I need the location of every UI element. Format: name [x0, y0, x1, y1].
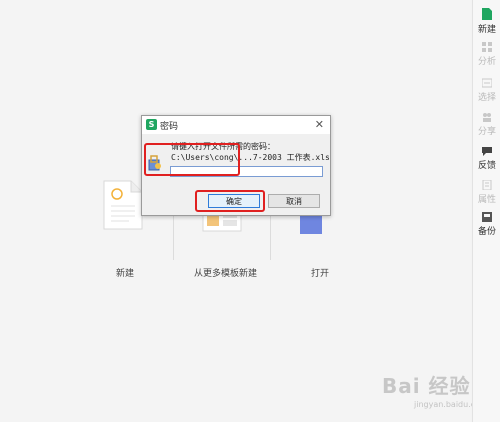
analyze-icon: [473, 42, 500, 55]
sidebar-item-select[interactable]: 选择: [473, 78, 500, 103]
sidebar-item-label: 选择: [477, 93, 496, 103]
sidebar-item-feedback[interactable]: 反馈: [473, 146, 500, 171]
sidebar-item-label: 新建: [477, 25, 496, 35]
properties-icon: [473, 179, 500, 193]
sidebar-item-new[interactable]: 新建: [473, 8, 500, 35]
backup-icon: [473, 212, 500, 225]
new-document-icon[interactable]: [103, 180, 143, 234]
sidebar-item-label: 属性: [477, 195, 496, 205]
new-label[interactable]: 新建: [116, 266, 134, 279]
sidebar-item-analyze[interactable]: 分析: [473, 42, 500, 67]
sidebar-item-label: 分享: [477, 127, 496, 137]
close-icon[interactable]: ✕: [315, 118, 324, 131]
cancel-button[interactable]: 取消: [268, 194, 320, 208]
template-label[interactable]: 从更多模板新建: [194, 266, 257, 279]
sidebar-item-label: 分析: [477, 57, 496, 67]
share-icon: [473, 112, 500, 125]
new-file-icon: [473, 8, 500, 23]
dialog-titlebar[interactable]: S 密码 ✕: [142, 116, 330, 134]
select-icon: [473, 78, 500, 91]
sidebar-item-label: 备份: [477, 227, 496, 237]
dialog-title: 密码: [160, 122, 179, 132]
highlight-box-ok: [195, 190, 265, 212]
sidebar-item-backup[interactable]: 备份: [473, 212, 500, 237]
wps-app-icon: S: [146, 119, 157, 130]
feedback-icon: [473, 146, 500, 159]
right-sidebar: 新建 分析 选择 分享 反馈 属性 备份: [472, 0, 500, 422]
sidebar-item-properties[interactable]: 属性: [473, 179, 500, 205]
sidebar-item-label: 反馈: [477, 161, 496, 171]
sidebar-item-share[interactable]: 分享: [473, 112, 500, 137]
baidu-watermark: Bai 经验: [382, 370, 471, 399]
highlight-box-prompt: [144, 143, 240, 176]
open-label[interactable]: 打开: [311, 266, 329, 279]
watermark-text: Bai 经验: [382, 374, 471, 398]
